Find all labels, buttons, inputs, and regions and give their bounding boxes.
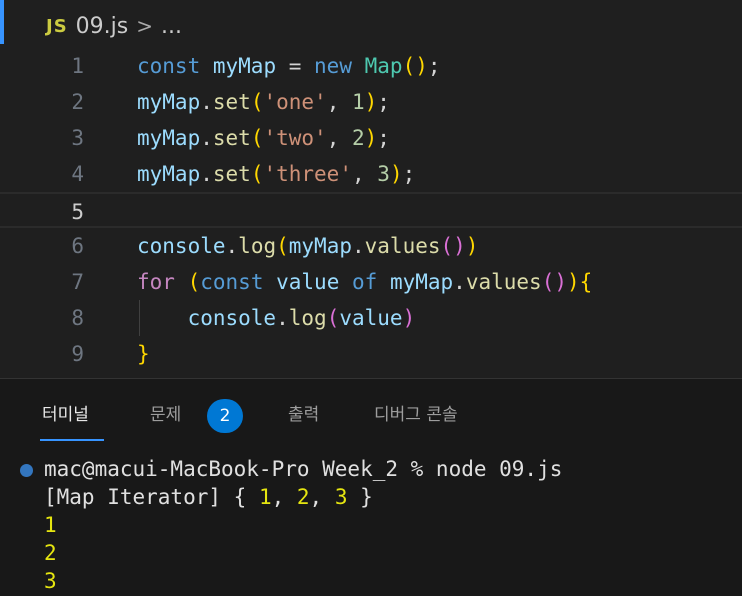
command-status-dot-icon xyxy=(20,464,33,477)
code-line[interactable]: 9} xyxy=(0,336,742,372)
terminal-map-iterator-line: [Map Iterator] { 1, 2, 3 } xyxy=(44,485,373,509)
terminal-text: [Map Iterator] { xyxy=(44,485,259,509)
indent-guide xyxy=(139,300,140,336)
problems-count-badge: 2 xyxy=(207,399,243,433)
terminal-output-line: 2 xyxy=(44,541,57,565)
line-number: 2 xyxy=(71,90,84,114)
javascript-file-icon: JS xyxy=(46,15,68,37)
line-number: 1 xyxy=(71,54,84,78)
breadcrumb: JS 09.js > ... xyxy=(46,10,182,42)
active-tab-indicator xyxy=(0,0,4,44)
bottom-panel: 터미널 문제 2 출력 디버그 콘솔 mac@macui-MacBook-Pro… xyxy=(0,379,742,596)
terminal-number: 2 xyxy=(296,485,310,509)
tab-output[interactable]: 출력 xyxy=(288,401,319,429)
breadcrumb-filename[interactable]: 09.js xyxy=(76,14,129,39)
terminal-text: } xyxy=(347,485,373,509)
code-text: myMap.set('three', 3); xyxy=(137,162,416,186)
code-line[interactable]: 5 xyxy=(0,192,742,228)
code-text: for (const value of myMap.values()){ xyxy=(137,270,593,294)
code-line[interactable]: 6 console.log(myMap.values()) xyxy=(0,228,742,264)
code-text: const myMap = new Map(); xyxy=(137,54,441,78)
code-text: myMap.set('two', 2); xyxy=(137,126,390,150)
line-number: 7 xyxy=(71,270,84,294)
code-text: console.log(myMap.values()) xyxy=(137,234,479,258)
editor: JS 09.js > ... 1 const myMap = new Map();… xyxy=(0,0,742,378)
terminal-number: 1 xyxy=(258,485,272,509)
code-line[interactable]: 8 console.log(value) xyxy=(0,300,742,336)
line-number: 3 xyxy=(71,126,84,150)
panel-tabs: 터미널 문제 2 출력 디버그 콘솔 xyxy=(0,379,742,443)
code-line[interactable]: 2 myMap.set('one', 1); xyxy=(0,84,742,120)
tab-problems[interactable]: 문제 xyxy=(150,401,181,429)
chevron-right-icon: > xyxy=(136,14,153,38)
code-text: myMap.set('one', 1); xyxy=(137,90,390,114)
code-line[interactable]: 3 myMap.set('two', 2); xyxy=(0,120,742,156)
code-text: console.log(value) xyxy=(187,306,416,330)
line-number: 6 xyxy=(71,234,84,258)
tab-terminal[interactable]: 터미널 xyxy=(42,401,89,429)
terminal-prompt-line: mac@macui-MacBook-Pro Week_2 % node 09.j… xyxy=(44,457,563,481)
line-number: 9 xyxy=(71,342,84,366)
code-line[interactable]: 1 const myMap = new Map(); xyxy=(0,48,742,84)
terminal-output-line: 3 xyxy=(44,569,57,593)
code-line[interactable]: 4 myMap.set('three', 3); xyxy=(0,156,742,192)
terminal-number: 3 xyxy=(334,485,348,509)
breadcrumb-more[interactable]: ... xyxy=(161,14,182,39)
tab-debug-console[interactable]: 디버그 콘솔 xyxy=(374,401,458,429)
terminal-output-line: 1 xyxy=(44,513,57,537)
line-number: 5 xyxy=(71,200,84,224)
code-line[interactable]: 7 for (const value of myMap.values()){ xyxy=(0,264,742,300)
line-number: 8 xyxy=(71,306,84,330)
code-text: } xyxy=(137,342,150,366)
line-number: 4 xyxy=(71,162,84,186)
active-tab-underline xyxy=(40,439,104,441)
